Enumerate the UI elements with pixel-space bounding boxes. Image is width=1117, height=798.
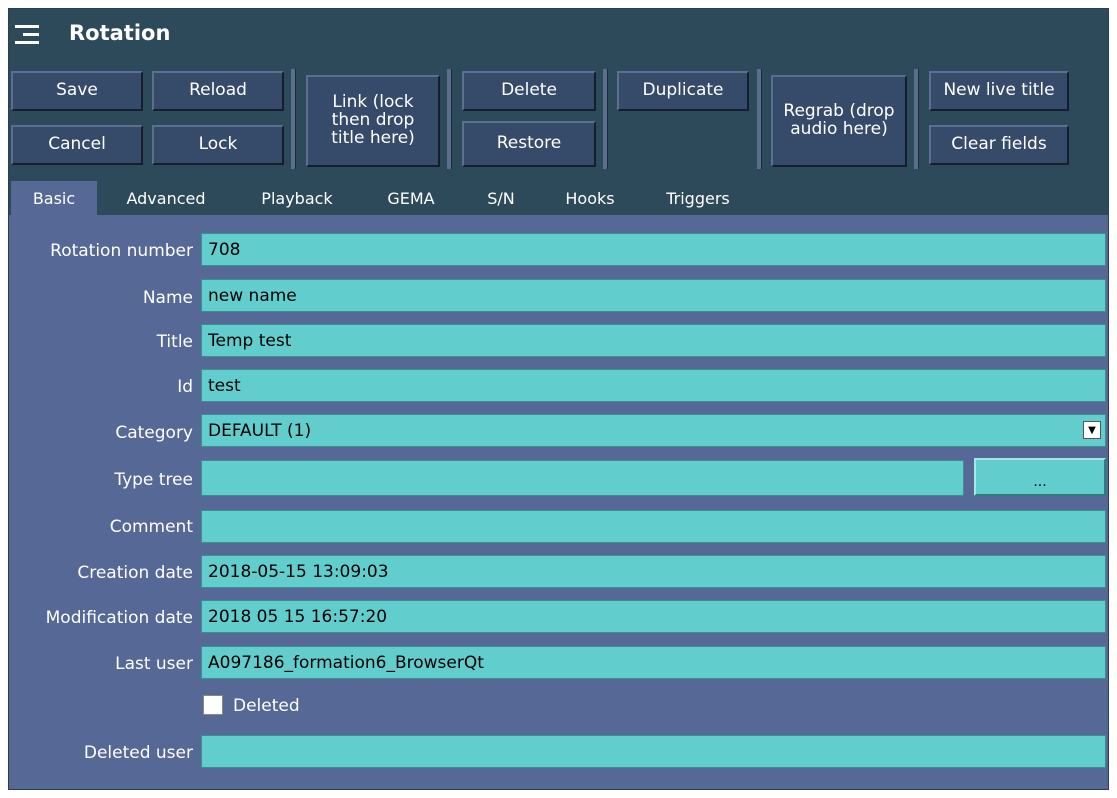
id-field[interactable]: test	[201, 369, 1106, 402]
comment-label: Comment	[109, 517, 193, 537]
deleted-user-field[interactable]	[201, 735, 1106, 768]
hamburger-icon[interactable]	[15, 25, 39, 45]
creation-date-label: Creation date	[77, 563, 193, 583]
tab-triggers[interactable]: Triggers	[643, 181, 753, 215]
category-value: DEFAULT (1)	[208, 420, 312, 441]
toolbar-separator	[447, 69, 452, 169]
tab-playback[interactable]: Playback	[237, 181, 357, 215]
cancel-button[interactable]: Cancel	[11, 125, 143, 165]
title-label: Title	[156, 332, 193, 352]
id-label: Id	[177, 377, 193, 397]
link-button[interactable]: Link (lock then drop title here)	[306, 75, 440, 167]
tab-gema[interactable]: GEMA	[363, 181, 459, 215]
restore-button[interactable]: Restore	[462, 121, 596, 167]
tab-basic[interactable]: Basic	[11, 181, 97, 215]
category-label: Category	[115, 423, 193, 443]
window-title: Rotation	[69, 21, 171, 45]
rotation-number-field[interactable]: 708	[201, 233, 1106, 266]
duplicate-button[interactable]: Duplicate	[617, 71, 749, 111]
toolbar-separator	[603, 69, 608, 169]
title-field[interactable]: Temp test	[201, 324, 1106, 357]
lock-button[interactable]: Lock	[152, 125, 284, 165]
tab-advanced[interactable]: Advanced	[101, 181, 231, 215]
toolbar-separator	[757, 69, 762, 169]
comment-field[interactable]	[201, 510, 1106, 543]
delete-button[interactable]: Delete	[462, 71, 596, 111]
creation-date-field[interactable]: 2018-05-15 13:09:03	[201, 555, 1106, 588]
modification-date-field[interactable]: 2018 05 15 16:57:20	[201, 600, 1106, 633]
deleted-user-label: Deleted user	[83, 743, 193, 763]
type-tree-browse-button[interactable]: ...	[974, 458, 1106, 496]
title-bar: Rotation	[9, 9, 1108, 61]
deleted-checkbox[interactable]	[203, 695, 223, 715]
name-field[interactable]: new name	[201, 279, 1106, 312]
tab-bar: Basic Advanced Playback GEMA S/N Hooks T…	[9, 179, 1108, 215]
toolbar: Save Reload Cancel Lock Link (lock then …	[9, 61, 1108, 179]
last-user-label: Last user	[115, 654, 193, 674]
last-user-field[interactable]: A097186_formation6_BrowserQt	[201, 646, 1106, 679]
save-button[interactable]: Save	[11, 71, 143, 111]
chevron-down-icon[interactable]: ▼	[1083, 421, 1101, 439]
toolbar-separator	[291, 69, 296, 169]
regrab-button[interactable]: Regrab (drop audio here)	[771, 75, 907, 167]
type-tree-label: Type tree	[114, 470, 193, 490]
clear-fields-button[interactable]: Clear fields	[929, 125, 1069, 165]
type-tree-field[interactable]	[201, 460, 964, 496]
modification-date-label: Modification date	[45, 608, 193, 628]
rotation-number-label: Rotation number	[50, 241, 193, 261]
new-live-title-button[interactable]: New live title	[929, 71, 1069, 111]
tab-hooks[interactable]: Hooks	[543, 181, 637, 215]
deleted-checkbox-label: Deleted	[233, 696, 300, 716]
name-label: Name	[142, 288, 193, 308]
toolbar-separator	[914, 69, 919, 169]
rotation-window: Rotation Save Reload Cancel Lock Link (l…	[8, 8, 1109, 790]
reload-button[interactable]: Reload	[152, 71, 284, 111]
tab-sn[interactable]: S/N	[465, 181, 537, 215]
category-select[interactable]: DEFAULT (1) ▼	[201, 414, 1106, 447]
